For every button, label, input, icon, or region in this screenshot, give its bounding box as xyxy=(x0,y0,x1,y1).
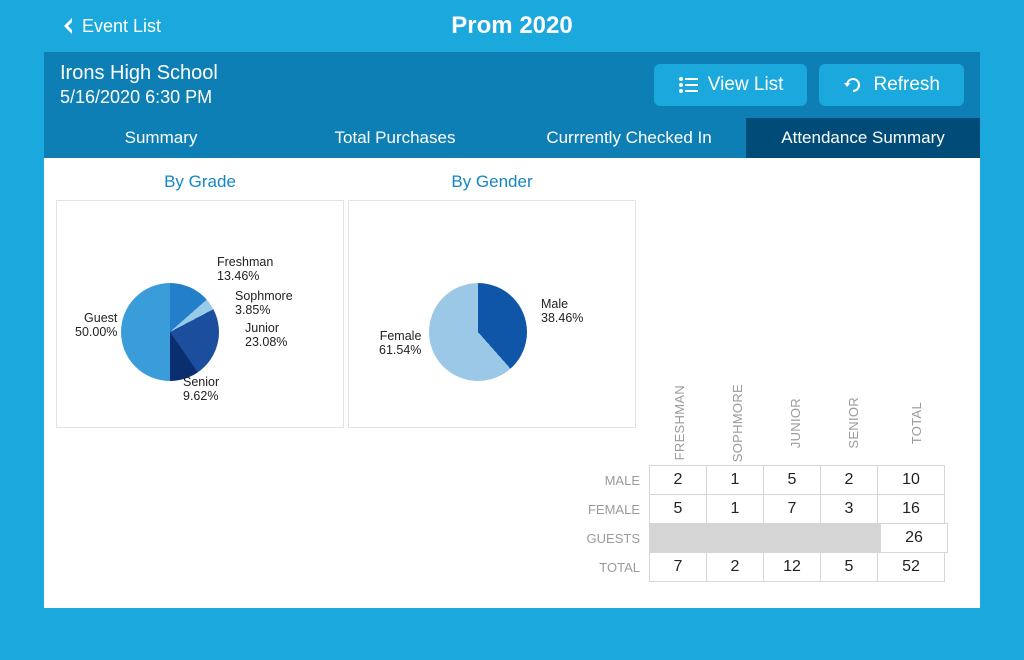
col-sophmore: SOPHMORE xyxy=(708,380,766,466)
page-title: Prom 2020 xyxy=(451,12,572,40)
by-grade-chart: Freshman 13.46% Sophmore 3.85% Junior 23… xyxy=(56,200,344,428)
cell: 16 xyxy=(877,494,945,524)
cell: 2 xyxy=(820,465,878,495)
label-junior: Junior 23.08% xyxy=(245,321,287,350)
event-datetime: 5/16/2020 6:30 PM xyxy=(60,87,642,108)
label-freshman: Freshman 13.46% xyxy=(217,255,273,284)
label-guest: Guest 50.00% xyxy=(75,311,117,340)
event-info: Irons High School 5/16/2020 6:30 PM xyxy=(60,62,642,108)
by-grade-column: By Grade Freshman 13.46% Sophmore 3.85% … xyxy=(56,170,344,586)
label-female: Female 61.54% xyxy=(379,329,421,358)
cell: 2 xyxy=(649,465,707,495)
main-panel: Summary Total Purchases Currrently Check… xyxy=(44,118,980,608)
tab-attendance-summary[interactable]: Attendance Summary xyxy=(746,118,980,158)
cell: 10 xyxy=(877,465,945,495)
by-grade-title: By Grade xyxy=(56,172,344,192)
school-name: Irons High School xyxy=(60,62,642,85)
cell: 26 xyxy=(880,523,948,553)
cell: 1 xyxy=(706,494,764,524)
label-sophmore: Sophmore 3.85% xyxy=(235,289,293,318)
table-column-headers: FRESHMAN SOPHMORE JUNIOR SENIOR TOTAL xyxy=(650,380,950,466)
cell-merged xyxy=(649,523,881,553)
row-female: FEMALE 5 1 7 3 16 xyxy=(570,495,950,524)
by-gender-pie xyxy=(429,283,527,381)
col-freshman: FRESHMAN xyxy=(650,380,708,466)
col-junior: JUNIOR xyxy=(766,380,824,466)
cell: 1 xyxy=(706,465,764,495)
chevron-left-icon xyxy=(60,16,74,36)
col-senior: SENIOR xyxy=(824,380,882,466)
back-label: Event List xyxy=(82,16,161,37)
tab-total-purchases[interactable]: Total Purchases xyxy=(278,118,512,158)
tab-summary[interactable]: Summary xyxy=(44,118,278,158)
label-senior: Senior 9.62% xyxy=(183,375,219,404)
info-bar: Irons High School 5/16/2020 6:30 PM View… xyxy=(44,52,980,118)
label-male: Male 38.46% xyxy=(541,297,583,326)
cell: 5 xyxy=(820,552,878,582)
row-male: MALE 2 1 5 2 10 xyxy=(570,466,950,495)
cell: 2 xyxy=(706,552,764,582)
view-list-label: View List xyxy=(708,74,784,96)
col-total: TOTAL xyxy=(882,380,950,466)
refresh-icon xyxy=(843,75,863,95)
list-icon xyxy=(678,76,698,94)
by-grade-pie xyxy=(121,283,219,381)
cell: 5 xyxy=(763,465,821,495)
view-list-button[interactable]: View List xyxy=(654,64,808,106)
back-button[interactable]: Event List xyxy=(60,16,161,37)
cell: 12 xyxy=(763,552,821,582)
row-label-guests: GUESTS xyxy=(570,524,650,553)
tab-currently-checked-in[interactable]: Currrently Checked In xyxy=(512,118,746,158)
top-bar: Event List Prom 2020 xyxy=(0,0,1024,52)
tab-content: By Grade Freshman 13.46% Sophmore 3.85% … xyxy=(44,158,980,598)
row-guests: GUESTS 26 xyxy=(570,524,950,553)
cell: 5 xyxy=(649,494,707,524)
by-gender-title: By Gender xyxy=(348,172,636,192)
row-label-male: MALE xyxy=(570,466,650,495)
cell: 3 xyxy=(820,494,878,524)
row-total: TOTAL 7 2 12 5 52 xyxy=(570,553,950,582)
tabs: Summary Total Purchases Currrently Check… xyxy=(44,118,980,158)
row-label-total: TOTAL xyxy=(570,553,650,582)
cell: 52 xyxy=(877,552,945,582)
refresh-button[interactable]: Refresh xyxy=(819,64,964,106)
cell: 7 xyxy=(649,552,707,582)
refresh-label: Refresh xyxy=(873,74,940,96)
cell: 7 xyxy=(763,494,821,524)
attendance-table: FRESHMAN SOPHMORE JUNIOR SENIOR TOTAL MA… xyxy=(570,380,950,582)
row-label-female: FEMALE xyxy=(570,495,650,524)
